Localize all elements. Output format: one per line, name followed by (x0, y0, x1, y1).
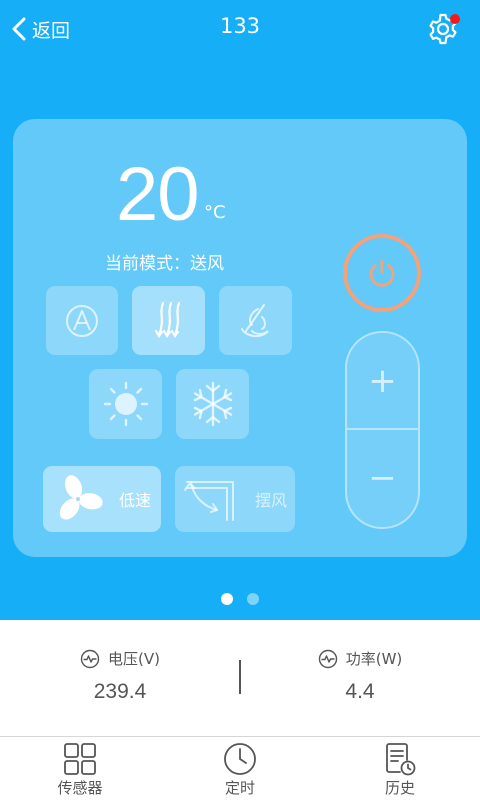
cool-mode-icon (193, 381, 232, 427)
swing-button[interactable]: 摆风 (175, 466, 295, 532)
dehumidify-mode-icon (154, 301, 180, 338)
tab-sensors-label: 传感器 (57, 779, 103, 797)
header: 返回 133 (0, 0, 480, 58)
page-indicator (0, 593, 480, 607)
grid-icon (64, 743, 96, 775)
voltage-value: 239.4 (93, 680, 147, 703)
pulse-icon (318, 649, 337, 668)
fan-speed-button[interactable]: 低速 (43, 466, 161, 532)
stats-panel: 电压(V) 239.4 功率(W) 4.4 (0, 620, 480, 736)
tab-sensors[interactable]: 传感器 (0, 737, 160, 800)
power-label: 功率(W) (345, 650, 403, 668)
notification-dot (450, 14, 460, 24)
voltage-label-row: 电压(V) (0, 648, 240, 669)
page-title: 133 (219, 14, 261, 38)
power-button[interactable] (343, 234, 421, 312)
temperature-increase-button[interactable]: + (347, 333, 418, 429)
clock-icon (224, 743, 256, 775)
page-dot-2[interactable] (247, 593, 259, 605)
voltage-label: 电压(V) (108, 650, 160, 668)
pulse-icon (80, 649, 100, 668)
swing-label: 摆风 (255, 491, 288, 510)
power-stat: 功率(W) 4.4 (240, 620, 480, 736)
temperature-decrease-button[interactable]: − (347, 430, 418, 526)
temperature-stepper: + − (345, 331, 420, 529)
sun-mode-icon (103, 381, 148, 427)
temperature-value: 20 (116, 152, 200, 237)
power-icon (369, 259, 395, 287)
mode-sun-button[interactable] (89, 369, 162, 439)
tab-history[interactable]: 历史 (320, 737, 480, 800)
page-dot-1[interactable] (221, 593, 233, 605)
power-label-row: 功率(W) (240, 648, 480, 669)
history-icon (386, 743, 416, 776)
voltage-stat: 电压(V) 239.4 (0, 620, 240, 736)
fan-speed-label: 低速 (119, 491, 152, 510)
fan-icon (59, 475, 103, 520)
bottom-tab-bar: 传感器 定时 历史 (0, 736, 480, 800)
swing-icon (184, 481, 234, 521)
temperature-unit: °C (204, 202, 226, 223)
auto-mode-icon (66, 304, 98, 337)
mode-cool-button[interactable] (176, 369, 249, 439)
mode-dehumidify-button[interactable] (132, 286, 205, 355)
tab-history-label: 历史 (384, 779, 415, 797)
tab-timer[interactable]: 定时 (160, 737, 320, 800)
heat-mode-icon (240, 303, 269, 337)
power-value: 4.4 (345, 680, 375, 703)
tab-timer-label: 定时 (224, 779, 255, 797)
current-mode-label: 当前模式：送风 (105, 254, 224, 274)
mode-heat-button[interactable] (219, 286, 292, 355)
mode-auto-button[interactable] (46, 286, 118, 355)
